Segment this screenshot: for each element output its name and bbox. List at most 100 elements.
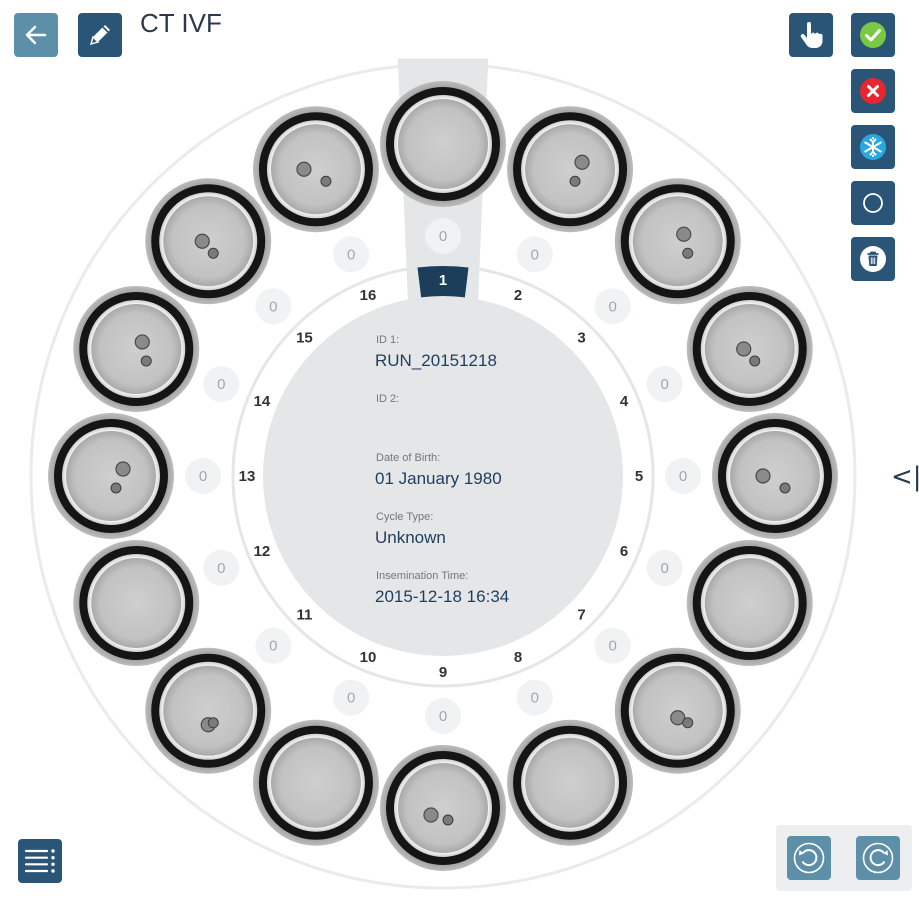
well-score-badge[interactable]: 0 — [203, 366, 240, 403]
embryo-cell — [442, 814, 454, 826]
well-score: 0 — [199, 468, 207, 485]
well-number[interactable]: 15 — [296, 329, 313, 346]
embryo-cell — [207, 717, 219, 729]
well-number[interactable]: 6 — [620, 543, 628, 560]
embryo-well[interactable] — [686, 285, 813, 412]
well-number[interactable]: 14 — [254, 393, 271, 410]
embryo-well[interactable] — [252, 106, 379, 233]
delete-button[interactable] — [851, 237, 895, 281]
well-number[interactable]: 11 — [296, 607, 312, 624]
rotate-ccw-button[interactable] — [787, 836, 831, 880]
well-score: 0 — [531, 690, 539, 707]
well-score: 0 — [609, 638, 617, 655]
embryo-well[interactable] — [48, 413, 174, 539]
rotate-cw-icon — [862, 842, 894, 874]
well-score: 0 — [269, 298, 277, 315]
embryo-well[interactable] — [145, 178, 272, 305]
embryo-well[interactable] — [507, 106, 634, 233]
accept-button[interactable] — [851, 13, 895, 57]
well-number[interactable]: 7 — [577, 607, 585, 624]
well-score-badge[interactable]: 0 — [646, 549, 683, 586]
freeze-button[interactable] — [851, 125, 895, 169]
embryo-cell — [676, 226, 692, 242]
well-score-badge[interactable]: 0 — [255, 627, 292, 664]
well-score-badge[interactable]: 0 — [333, 236, 370, 273]
embryo-cell — [423, 807, 439, 823]
well-number[interactable]: 12 — [254, 543, 271, 560]
list-menu-icon — [24, 849, 55, 873]
arrow-left-icon — [25, 25, 47, 45]
embryo-well[interactable] — [380, 81, 506, 207]
embryo-cell — [207, 247, 219, 259]
well-number[interactable]: 1 — [439, 272, 447, 289]
well-number[interactable]: 10 — [360, 649, 377, 666]
embryo-cell — [779, 482, 791, 494]
well-score-badge[interactable]: 0 — [203, 549, 240, 586]
id1-value: RUN_20151218 — [375, 351, 497, 370]
menu-button[interactable] — [18, 839, 62, 883]
well-score-badge[interactable]: 0 — [425, 218, 461, 254]
page-title: CT IVF — [140, 8, 222, 38]
well-score-badge[interactable]: 0 — [255, 288, 292, 325]
embryo-well[interactable] — [73, 540, 200, 667]
well-score: 0 — [439, 708, 447, 725]
dob-value: 01 January 1980 — [375, 469, 502, 488]
well-number[interactable]: 9 — [439, 664, 447, 681]
embryo-cell — [110, 482, 122, 494]
reject-button[interactable] — [851, 69, 895, 113]
well-score-badge[interactable]: 0 — [665, 458, 701, 494]
well-number[interactable]: 8 — [514, 649, 522, 666]
well-score-badge[interactable]: 0 — [425, 698, 461, 734]
cycle-type-value: Unknown — [375, 528, 446, 547]
embryo-cell — [296, 161, 312, 177]
well-score: 0 — [531, 246, 539, 263]
select-mode-button[interactable] — [789, 13, 833, 57]
embryo-well[interactable] — [507, 719, 634, 846]
embryo-well[interactable] — [145, 647, 272, 774]
rotate-cw-button[interactable] — [856, 836, 900, 880]
embryo-cell — [682, 717, 694, 729]
cycle-type-label: Cycle Type: — [376, 511, 434, 523]
embryo-well[interactable] — [380, 745, 506, 871]
well-score: 0 — [661, 376, 669, 393]
dish-view: 0 1 0 2 0 3 0 4 0 5 0 6 0 7 0 8 0 9 0 10 0 11 0 12 0 13 0 14 0 15 0 16 … — [0, 0, 919, 900]
well-number[interactable]: 2 — [514, 287, 522, 304]
embryo-well[interactable] — [712, 413, 838, 539]
well-score-badge[interactable]: 0 — [646, 366, 683, 403]
well-score: 0 — [609, 298, 617, 315]
embryo-well[interactable] — [614, 647, 741, 774]
well-score-badge[interactable]: 0 — [185, 458, 221, 494]
edit-button[interactable] — [78, 13, 122, 57]
unmark-button[interactable] — [851, 181, 895, 225]
well-number[interactable]: 4 — [620, 393, 629, 410]
id1-label: ID 1: — [376, 334, 400, 346]
embryo-cell — [194, 233, 210, 249]
rotate-ccw-icon — [793, 842, 825, 874]
well-score-badge[interactable]: 0 — [594, 288, 631, 325]
side-panel-toggle[interactable]: <| — [891, 462, 919, 492]
well-score-badge[interactable]: 0 — [333, 679, 370, 716]
snowflake-icon — [860, 134, 886, 160]
back-button[interactable] — [14, 13, 58, 57]
cross-icon — [860, 78, 886, 104]
embryo-cell — [682, 247, 694, 259]
pencil-icon — [89, 25, 110, 46]
well-score-badge[interactable]: 0 — [516, 679, 553, 716]
embryo-well[interactable] — [73, 285, 200, 412]
well-score: 0 — [679, 468, 687, 485]
embryo-cell — [134, 334, 150, 350]
well-number[interactable]: 3 — [577, 329, 585, 346]
well-score-badge[interactable]: 0 — [516, 236, 553, 273]
well-score: 0 — [439, 228, 447, 245]
embryo-well[interactable] — [614, 178, 741, 305]
id2-label: ID 2: — [376, 393, 400, 405]
well-score: 0 — [269, 638, 277, 655]
well-number[interactable]: 5 — [635, 468, 643, 485]
well-score: 0 — [661, 560, 669, 577]
embryo-cell — [736, 341, 752, 357]
well-score-badge[interactable]: 0 — [594, 627, 631, 664]
embryo-well[interactable] — [686, 540, 813, 667]
well-number[interactable]: 16 — [360, 287, 377, 304]
well-number[interactable]: 13 — [239, 468, 256, 485]
embryo-well[interactable] — [252, 719, 379, 846]
